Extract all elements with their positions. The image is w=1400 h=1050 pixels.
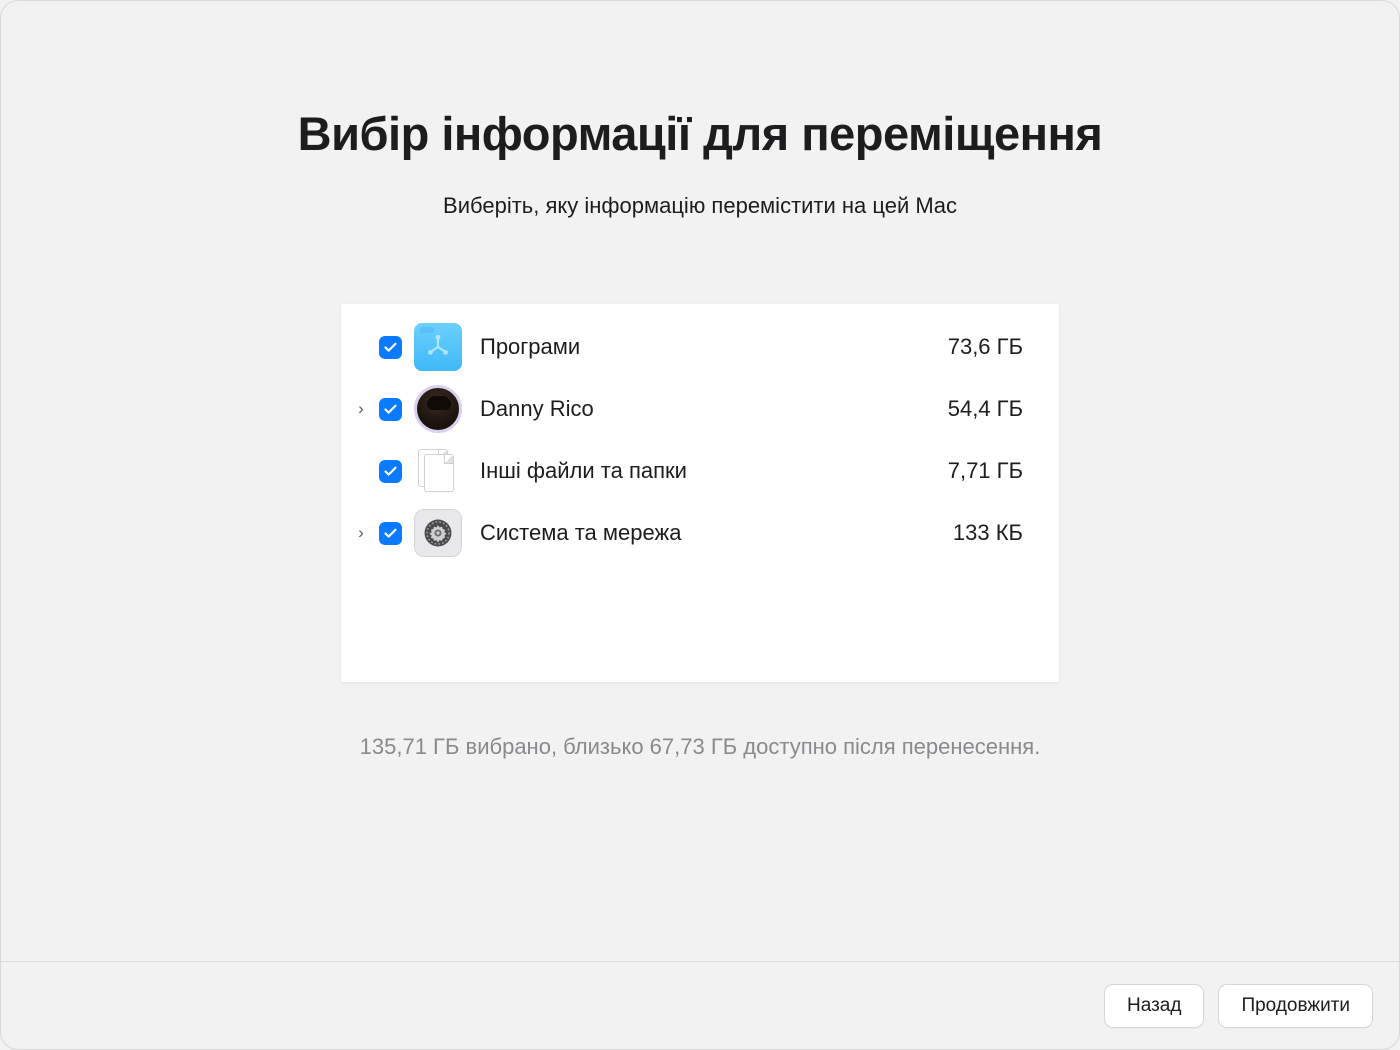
item-checkbox[interactable] bbox=[379, 522, 402, 545]
item-size: 7,71 ГБ bbox=[948, 458, 1023, 484]
checkmark-icon bbox=[383, 340, 398, 355]
item-size: 133 КБ bbox=[953, 520, 1023, 546]
item-checkbox[interactable] bbox=[379, 336, 402, 359]
item-label: Danny Rico bbox=[480, 396, 938, 422]
item-label: Система та мережа bbox=[480, 520, 943, 546]
item-checkbox[interactable] bbox=[379, 398, 402, 421]
checkmark-icon bbox=[383, 402, 398, 417]
transfer-item-row[interactable]: › Система та мережа 133 КБ bbox=[353, 502, 1023, 564]
transfer-item-row[interactable]: › Інші файли та папки 7,71 ГБ bbox=[353, 440, 1023, 502]
checkmark-icon bbox=[383, 464, 398, 479]
transfer-item-row[interactable]: › Програми 73,6 ГБ bbox=[353, 316, 1023, 378]
item-size: 73,6 ГБ bbox=[948, 334, 1023, 360]
disclosure-icon[interactable]: › bbox=[353, 523, 369, 543]
transfer-items-panel: › Програми 73,6 ГБ › Danny Rico 54,4 ГБ … bbox=[341, 304, 1059, 682]
documents-icon bbox=[414, 447, 462, 495]
item-label: Програми bbox=[480, 334, 938, 360]
disclosure-icon[interactable]: › bbox=[353, 399, 369, 419]
selection-summary: 135,71 ГБ вибрано, близько 67,73 ГБ дост… bbox=[1, 734, 1399, 760]
applications-folder-icon bbox=[414, 323, 462, 371]
user-avatar-icon bbox=[414, 385, 462, 433]
item-checkbox[interactable] bbox=[379, 460, 402, 483]
item-label: Інші файли та папки bbox=[480, 458, 938, 484]
transfer-item-row[interactable]: › Danny Rico 54,4 ГБ bbox=[353, 378, 1023, 440]
item-size: 54,4 ГБ bbox=[948, 396, 1023, 422]
footer-bar: Назад Продовжити bbox=[1, 961, 1399, 1049]
back-button[interactable]: Назад bbox=[1104, 984, 1204, 1028]
continue-button[interactable]: Продовжити bbox=[1218, 984, 1373, 1028]
checkmark-icon bbox=[383, 526, 398, 541]
page-subtitle: Виберіть, яку інформацію перемістити на … bbox=[1, 193, 1399, 219]
page-title: Вибір інформації для переміщення bbox=[1, 106, 1399, 161]
system-settings-icon bbox=[414, 509, 462, 557]
